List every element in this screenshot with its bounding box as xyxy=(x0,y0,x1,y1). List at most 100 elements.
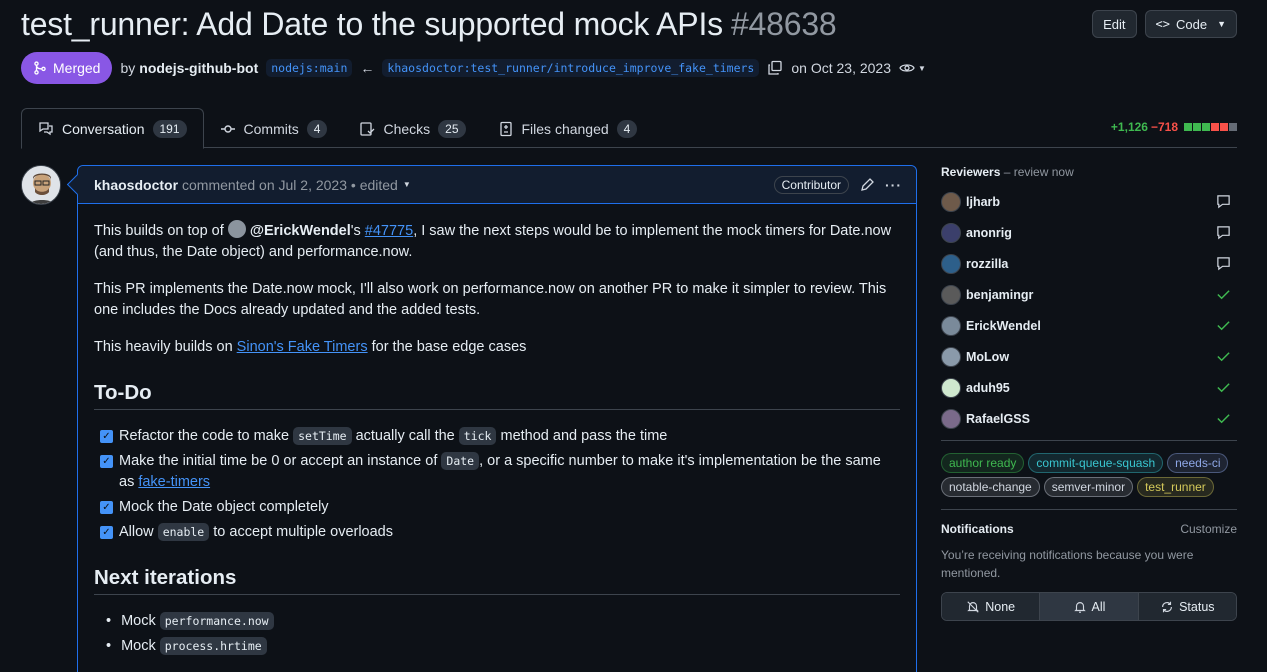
notifications-reason: You’re receiving notifications because y… xyxy=(941,548,1194,580)
reviewer-name[interactable]: ErickWendel xyxy=(966,319,1041,333)
code-button[interactable]: <> Code ▼ xyxy=(1144,10,1237,38)
reviewer-name[interactable]: RafaelGSS xyxy=(966,412,1030,426)
erickwendel-avatar xyxy=(227,220,246,238)
file-diff-icon xyxy=(499,121,512,136)
reviewer-name[interactable]: aduh95 xyxy=(966,381,1010,395)
reviewer-avatar xyxy=(941,191,961,212)
check-icon xyxy=(1216,349,1231,367)
next-iterations-heading: Next iterations xyxy=(94,567,900,595)
commits-count: 4 xyxy=(306,119,328,138)
label-needs-ci[interactable]: needs-ci xyxy=(1167,453,1229,473)
sinon-link[interactable]: Sinon's Fake Timers xyxy=(237,339,368,355)
files-count: 4 xyxy=(616,119,638,138)
reviewer-avatar xyxy=(941,284,961,305)
copy-icon[interactable] xyxy=(767,60,783,76)
notifications-header: Notifications Customize xyxy=(941,522,1237,536)
mention-erickwendel[interactable]: @ErickWendel xyxy=(250,223,351,239)
sidebar: Reviewers – review now ljharb anonrig rozz… xyxy=(941,165,1237,621)
bell-icon xyxy=(1073,601,1086,613)
contributor-badge: Contributor xyxy=(773,176,849,194)
task-item: ✓ Make the initial time be 0 or accept a… xyxy=(94,451,900,493)
comment-discussion-icon xyxy=(39,121,53,135)
caret-down-icon[interactable]: ▼ xyxy=(403,180,411,189)
checklist-icon xyxy=(360,121,375,136)
reviewer-avatar xyxy=(941,315,961,336)
comment-author[interactable]: khaosdoctor xyxy=(94,177,178,193)
task-item: ✓ Refactor the code to make setTime actu… xyxy=(94,426,900,447)
reviewer-name[interactable]: anonrig xyxy=(966,226,1012,240)
additions: +1,126 xyxy=(1110,120,1148,134)
label-semver-minor[interactable]: semver-minor xyxy=(1043,477,1134,497)
reviewer-aduh95[interactable]: aduh95 xyxy=(941,372,1237,403)
fake-timers-link[interactable]: fake-timers xyxy=(138,474,210,490)
head-branch[interactable]: khaosdoctor:test_runner/introduce_improv… xyxy=(382,59,760,77)
reviewer-anonrig[interactable]: anonrig xyxy=(941,217,1237,248)
edit-button[interactable]: Edit xyxy=(1092,10,1137,38)
pr-tabs: Conversation 191 Commits 4 Checks 25 Files … xyxy=(21,108,1237,149)
diffstat-bar xyxy=(1183,123,1237,131)
comment-icon xyxy=(1216,225,1231,243)
author-link[interactable]: nodejs-github-bot xyxy=(139,60,258,76)
tab-files-changed[interactable]: Files changed 4 xyxy=(482,108,654,149)
commit-icon xyxy=(220,124,235,133)
reviewer-erickwendel[interactable]: ErickWendel xyxy=(941,310,1237,341)
list-item: • Mock process.hrtime xyxy=(94,636,900,657)
author-avatar[interactable] xyxy=(21,165,61,205)
reviewer-avatar xyxy=(941,346,961,367)
customize-link[interactable]: Customize xyxy=(1180,522,1237,536)
reviewer-avatar xyxy=(941,377,961,398)
pr-title-row: test_runner: Add Date to the supported m… xyxy=(21,4,837,44)
comment-header: khaosdoctor commented on Jul 2, 2023 • e… xyxy=(78,166,916,204)
reviewer-molow[interactable]: MoLow xyxy=(941,341,1237,372)
comment-body: This builds on top of @ErickWendel's #47… xyxy=(78,204,916,672)
reviewer-avatar xyxy=(941,408,961,429)
code-icon: <> xyxy=(1155,17,1170,31)
caret-down-icon: ▼ xyxy=(1217,19,1226,29)
reviewers-list: ljharb anonrig rozzilla benjamingr ErickWend… xyxy=(941,186,1237,434)
checkbox-checked[interactable]: ✓ xyxy=(100,455,113,468)
reviewer-avatar xyxy=(941,253,961,274)
comment-icon xyxy=(1216,194,1231,212)
notify-all-button[interactable]: All xyxy=(1040,593,1139,620)
sync-icon xyxy=(1162,601,1173,612)
reviewer-rozzilla[interactable]: rozzilla xyxy=(941,248,1237,279)
checkbox-checked[interactable]: ✓ xyxy=(100,501,113,514)
reviewer-name[interactable]: rozzilla xyxy=(966,257,1008,271)
notifications-title: Notifications xyxy=(941,522,1014,536)
list-item: • Mock performance.now xyxy=(94,611,900,632)
comment-meta[interactable]: commented on Jul 2, 2023 • edited xyxy=(182,177,398,193)
checkbox-checked[interactable]: ✓ xyxy=(100,526,113,539)
base-branch[interactable]: nodejs:main xyxy=(266,59,353,77)
label-test_runner[interactable]: test_runner xyxy=(1137,477,1214,497)
merge-icon xyxy=(34,61,46,75)
kebab-menu-icon[interactable]: ··· xyxy=(885,177,902,193)
issue-link[interactable]: #47775 xyxy=(365,223,413,239)
tab-commits[interactable]: Commits 4 xyxy=(204,108,344,149)
notify-status-button[interactable]: Status xyxy=(1138,593,1236,620)
label-commit-queue-squash[interactable]: commit-queue-squash xyxy=(1028,453,1164,473)
reviewer-name[interactable]: benjamingr xyxy=(966,288,1033,302)
label-author-ready[interactable]: author ready xyxy=(941,453,1025,473)
reviewer-name[interactable]: ljharb xyxy=(966,195,1000,209)
check-icon xyxy=(1216,318,1231,336)
notify-none-button[interactable]: None xyxy=(942,593,1041,620)
reviewer-benjamingr[interactable]: benjamingr xyxy=(941,279,1237,310)
paragraph-3: This heavily builds on Sinon's Fake Time… xyxy=(94,339,527,355)
by-label: by xyxy=(120,60,136,76)
merged-badge: Merged xyxy=(21,52,113,84)
check-icon xyxy=(1216,411,1231,429)
todo-heading: To-Do xyxy=(94,382,900,410)
pencil-icon[interactable] xyxy=(859,177,875,193)
tab-conversation[interactable]: Conversation 191 xyxy=(21,108,204,149)
reviewer-name[interactable]: MoLow xyxy=(966,350,1009,364)
checkbox-checked[interactable]: ✓ xyxy=(100,430,113,443)
header-actions: Edit <> Code ▼ xyxy=(1092,10,1237,38)
reviewer-rafaelgss[interactable]: RafaelGSS xyxy=(941,403,1237,434)
eye-icon[interactable]: ▼ xyxy=(899,60,926,76)
reviewers-title: Reviewers – review now xyxy=(941,165,1074,179)
reviewer-ljharb[interactable]: ljharb xyxy=(941,186,1237,217)
label-notable-change[interactable]: notable-change xyxy=(941,477,1040,497)
task-item: ✓ Mock the Date object completely xyxy=(94,497,900,518)
tab-checks[interactable]: Checks 25 xyxy=(343,108,481,149)
conversation-count: 191 xyxy=(152,119,187,138)
